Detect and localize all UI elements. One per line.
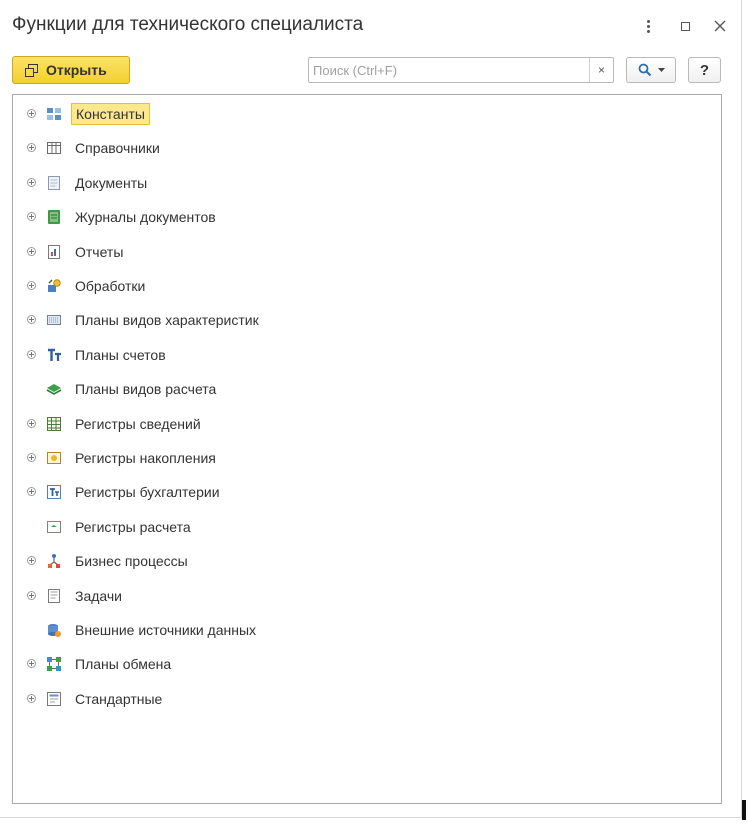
tree-item-label: Регистры накопления [75, 450, 216, 466]
tree-item-label: Журналы документов [75, 209, 216, 226]
functions-tree[interactable]: Константы Справочники Документы Журналы док… [12, 94, 722, 804]
tree-item[interactable]: Обработки [13, 273, 721, 299]
tree-item-label: Регистры бухгалтерии [75, 484, 220, 501]
exchange-plans-icon [46, 656, 62, 672]
tree-item[interactable]: Константы [13, 101, 721, 127]
tree-item[interactable]: Регистры расчета [13, 514, 721, 540]
information-registers-icon [46, 416, 62, 432]
maximize-button[interactable] [674, 14, 696, 38]
tree-item[interactable]: Регистры сведений [13, 411, 721, 437]
open-button-label: Открыть [46, 62, 107, 78]
tree-item-label: Планы счетов [75, 346, 166, 363]
expand-icon[interactable] [27, 212, 36, 222]
tree-item[interactable]: Внешние источники данных [13, 617, 721, 643]
maximize-icon [680, 21, 690, 31]
business-processes-icon [46, 553, 62, 569]
tasks-icon [46, 588, 62, 604]
tree-item-label: Обработки [75, 278, 146, 294]
expand-icon[interactable] [27, 246, 36, 256]
tree-item-label: Регистры расчета [75, 518, 191, 535]
close-icon [714, 20, 726, 32]
edge-marker [742, 800, 746, 820]
document-journals-icon [46, 209, 62, 225]
vertical-dots-icon [646, 19, 650, 33]
expand-icon[interactable] [27, 281, 36, 290]
expand-icon[interactable] [27, 143, 36, 153]
window-title: Функции для технического специалиста [12, 14, 364, 35]
characteristic-types-icon [46, 312, 62, 328]
expand-icon[interactable] [27, 693, 36, 703]
tree-item[interactable]: Бизнес процессы [13, 548, 721, 574]
tree-item[interactable]: Планы видов характеристик [13, 307, 721, 333]
expand-icon[interactable] [27, 556, 36, 566]
expand-icon[interactable] [27, 590, 36, 600]
more-actions-button[interactable] [637, 14, 659, 38]
tree-item-label: Регистры сведений [75, 415, 201, 432]
tree-item[interactable]: Планы счетов [13, 342, 721, 368]
help-button[interactable]: ? [688, 57, 721, 83]
tree-item[interactable]: Регистры накопления [13, 445, 721, 471]
chevron-down-icon [657, 67, 665, 72]
expand-icon[interactable] [27, 659, 36, 669]
tree-item-label: Планы видов расчета [75, 381, 217, 398]
tree-item[interactable]: Планы видов расчета [13, 376, 721, 402]
tree-item[interactable]: Отчеты [13, 239, 721, 265]
accounting-registers-icon [46, 484, 62, 500]
expand-icon[interactable] [27, 349, 36, 359]
close-button[interactable] [709, 14, 731, 38]
search-box: × [308, 57, 614, 83]
open-button[interactable]: Открыть [12, 56, 130, 84]
tree-item[interactable]: Регистры бухгалтерии [13, 479, 721, 505]
expand-icon[interactable] [27, 315, 36, 325]
tree-item[interactable]: Стандартные [13, 686, 721, 712]
catalogs-icon [46, 140, 62, 156]
external-data-sources-icon [46, 622, 62, 638]
expand-icon[interactable] [27, 487, 36, 497]
expand-icon[interactable] [27, 177, 36, 187]
standard-icon [46, 691, 62, 707]
calculation-types-icon [46, 381, 62, 397]
search-input[interactable] [309, 58, 589, 82]
calculation-registers-icon [46, 519, 62, 535]
tree-item[interactable]: Справочники [13, 135, 721, 161]
constants-icon [46, 106, 62, 122]
tree-item-label: Документы [75, 174, 148, 191]
tree-item-label: Внешние источники данных [75, 622, 257, 638]
tree-item-label: Стандартные [75, 690, 163, 707]
tree-item[interactable]: Задачи [13, 583, 721, 609]
expand-icon[interactable] [27, 453, 36, 462]
chart-of-accounts-icon [46, 347, 62, 363]
search-button[interactable] [626, 57, 676, 83]
open-icon [25, 63, 38, 77]
reports-icon [46, 244, 62, 260]
tree-item-label: Бизнес процессы [75, 553, 188, 570]
tree-item-label: Планы обмена [75, 656, 172, 673]
expand-icon[interactable] [27, 418, 36, 428]
tree-item-label: Планы видов характеристик [75, 312, 259, 329]
technician-functions-window: Функции для технического специалиста Отк… [0, 0, 742, 818]
tree-item-label: Отчеты [75, 243, 124, 260]
tree-item-label: Справочники [75, 140, 160, 157]
accumulation-registers-icon [46, 450, 62, 466]
tree-item-label: Константы [71, 103, 150, 125]
tree-item[interactable]: Документы [13, 170, 721, 196]
search-icon [638, 63, 651, 77]
documents-icon [46, 175, 62, 191]
data-processors-icon [46, 278, 62, 294]
clear-search-button[interactable]: × [589, 58, 613, 82]
tree-item[interactable]: Планы обмена [13, 651, 721, 677]
tree-item-label: Задачи [75, 587, 123, 604]
expand-icon[interactable] [27, 109, 36, 118]
tree-item[interactable]: Журналы документов [13, 204, 721, 230]
